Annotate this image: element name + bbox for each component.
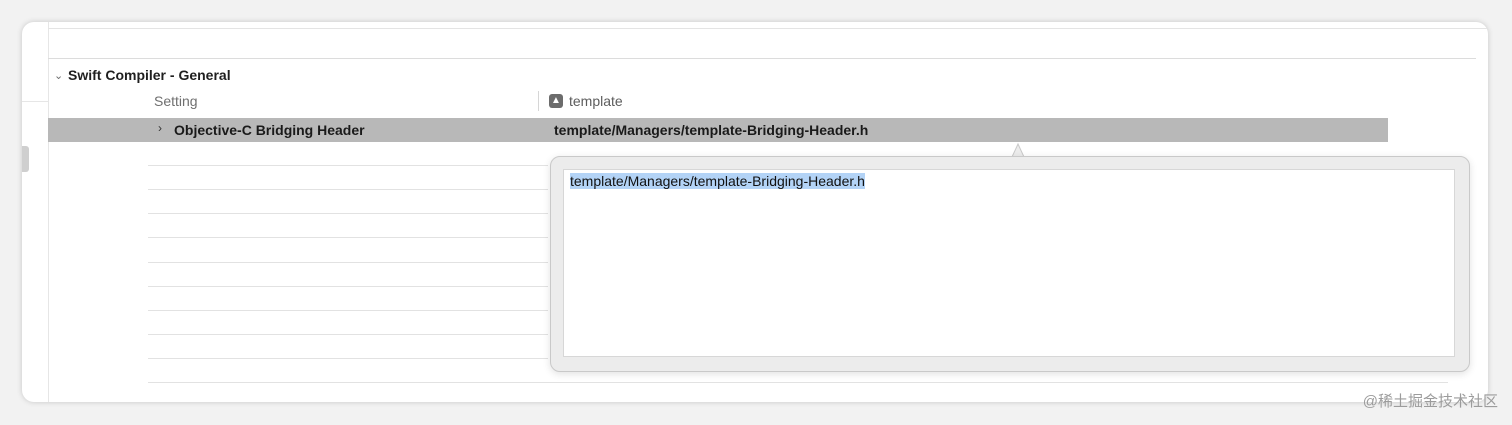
top-divider xyxy=(48,28,1488,29)
setting-name: Objective-C Bridging Header xyxy=(174,122,365,138)
table-row-divider xyxy=(148,237,548,238)
table-row-divider xyxy=(148,358,548,359)
table-row-divider xyxy=(148,213,548,214)
selected-text[interactable]: template/Managers/template-Bridging-Head… xyxy=(570,173,865,189)
popover-panel: template/Managers/template-Bridging-Head… xyxy=(550,156,1470,372)
table-row-divider xyxy=(148,165,548,166)
section-header[interactable]: ⌄ Swift Compiler - General xyxy=(54,66,231,84)
setting-value[interactable]: template/Managers/template-Bridging-Head… xyxy=(554,122,868,138)
table-row-divider xyxy=(148,382,1448,383)
target-label: template xyxy=(569,93,623,109)
chevron-down-icon[interactable]: ⌄ xyxy=(54,69,68,82)
table-row-divider xyxy=(148,334,548,335)
sidebar-resize-handle[interactable] xyxy=(22,146,29,172)
setting-row-bridging-header[interactable]: › Objective-C Bridging Header template/M… xyxy=(48,118,1388,142)
column-header-setting[interactable]: Setting xyxy=(154,93,198,109)
gutter-divider xyxy=(22,101,48,102)
watermark: @稀土掘金技术社区 xyxy=(1362,393,1498,410)
table-row-divider xyxy=(148,189,548,190)
section-divider xyxy=(48,58,1476,59)
column-divider xyxy=(538,91,539,111)
build-settings-window: ⌄ Swift Compiler - General Setting ▲ tem… xyxy=(22,22,1488,402)
table-row-divider xyxy=(148,286,548,287)
left-gutter xyxy=(22,22,49,402)
value-editor-popover: template/Managers/template-Bridging-Head… xyxy=(550,140,1472,374)
table-row-divider xyxy=(148,310,548,311)
section-title: Swift Compiler - General xyxy=(68,67,231,83)
column-header-target[interactable]: ▲ template xyxy=(549,93,623,109)
value-text-area[interactable]: template/Managers/template-Bridging-Head… xyxy=(563,169,1455,357)
app-target-icon: ▲ xyxy=(549,94,563,108)
table-row-divider xyxy=(148,262,548,263)
